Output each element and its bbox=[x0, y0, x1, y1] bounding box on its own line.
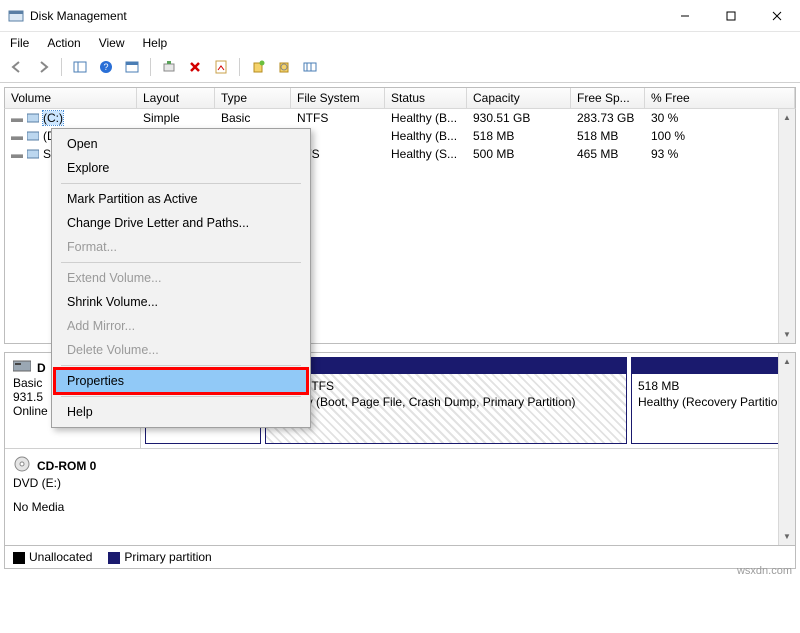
properties-icon[interactable] bbox=[210, 56, 232, 78]
partition-header bbox=[632, 358, 790, 374]
volume-row[interactable]: ▬ (C:) Simple Basic NTFS Healthy (B... 9… bbox=[5, 109, 795, 127]
menu-view[interactable]: View bbox=[99, 36, 125, 50]
new-volume-icon[interactable] bbox=[247, 56, 269, 78]
scroll-down-icon[interactable]: ▼ bbox=[779, 528, 795, 545]
ctx-shrink-volume[interactable]: Shrink Volume... bbox=[55, 290, 307, 314]
ctx-open[interactable]: Open bbox=[55, 132, 307, 156]
watermark: wsxdn.com bbox=[737, 565, 792, 577]
col-pct-free[interactable]: % Free bbox=[645, 88, 795, 108]
scroll-down-icon[interactable]: ▼ bbox=[779, 326, 795, 343]
ctx-explore[interactable]: Explore bbox=[55, 156, 307, 180]
show-hide-tree-button[interactable] bbox=[69, 56, 91, 78]
col-capacity[interactable]: Capacity bbox=[467, 88, 571, 108]
cdrom-icon bbox=[13, 455, 31, 476]
menu-file[interactable]: File bbox=[10, 36, 29, 50]
partition-header bbox=[266, 358, 626, 374]
ctx-extend-volume[interactable]: Extend Volume... bbox=[55, 266, 307, 290]
forward-button[interactable] bbox=[32, 56, 54, 78]
col-status[interactable]: Status bbox=[385, 88, 467, 108]
volume-name: (C:) bbox=[43, 111, 63, 125]
app-icon bbox=[8, 8, 24, 24]
menubar: File Action View Help bbox=[0, 32, 800, 54]
close-button[interactable] bbox=[754, 0, 800, 31]
titlebar: Disk Management bbox=[0, 0, 800, 32]
attach-vhd-icon[interactable] bbox=[273, 56, 295, 78]
disk-icon bbox=[13, 359, 31, 376]
ctx-format[interactable]: Format... bbox=[55, 235, 307, 259]
scrollbar-vertical[interactable]: ▲ ▼ bbox=[778, 353, 795, 545]
ctx-help[interactable]: Help bbox=[55, 400, 307, 424]
volume-list-header: Volume Layout Type File System Status Ca… bbox=[4, 87, 796, 108]
refresh-button[interactable] bbox=[158, 56, 180, 78]
partition[interactable]: 1 GB NTFS Healthy (Boot, Page File, Cras… bbox=[265, 357, 627, 444]
col-volume[interactable]: Volume bbox=[5, 88, 137, 108]
toolbar: ? bbox=[0, 54, 800, 83]
settings-icon[interactable] bbox=[299, 56, 321, 78]
col-free-space[interactable]: Free Sp... bbox=[571, 88, 645, 108]
menu-help[interactable]: Help bbox=[143, 36, 168, 50]
col-layout[interactable]: Layout bbox=[137, 88, 215, 108]
scroll-up-icon[interactable]: ▲ bbox=[779, 109, 795, 126]
ctx-mark-active[interactable]: Mark Partition as Active bbox=[55, 187, 307, 211]
ctx-add-mirror[interactable]: Add Mirror... bbox=[55, 314, 307, 338]
ctx-properties[interactable]: Properties bbox=[55, 369, 307, 393]
menu-action[interactable]: Action bbox=[47, 36, 80, 50]
svg-text:?: ? bbox=[103, 62, 108, 72]
disk-row: CD-ROM 0 DVD (E:) No Media ▲ ▼ bbox=[5, 449, 795, 545]
legend-unallocated: Unallocated bbox=[13, 550, 92, 564]
help-icon[interactable]: ? bbox=[95, 56, 117, 78]
scroll-up-icon[interactable]: ▲ bbox=[779, 353, 795, 370]
volume-icon bbox=[27, 112, 39, 124]
legend-primary-partition: Primary partition bbox=[108, 550, 211, 564]
col-file-system[interactable]: File System bbox=[291, 88, 385, 108]
legend: Unallocated Primary partition bbox=[4, 546, 796, 569]
back-button[interactable] bbox=[6, 56, 28, 78]
ctx-change-letter[interactable]: Change Drive Letter and Paths... bbox=[55, 211, 307, 235]
col-type[interactable]: Type bbox=[215, 88, 291, 108]
window-title: Disk Management bbox=[30, 9, 127, 23]
action-button[interactable] bbox=[121, 56, 143, 78]
volume-icon bbox=[27, 130, 39, 142]
scrollbar-vertical[interactable]: ▲ ▼ bbox=[778, 109, 795, 343]
volume-icon bbox=[27, 148, 39, 160]
maximize-button[interactable] bbox=[708, 0, 754, 31]
minimize-button[interactable] bbox=[662, 0, 708, 31]
disk-label[interactable]: CD-ROM 0 DVD (E:) No Media bbox=[5, 449, 141, 545]
delete-icon[interactable] bbox=[184, 56, 206, 78]
ctx-delete-volume[interactable]: Delete Volume... bbox=[55, 338, 307, 362]
partition[interactable]: 518 MB Healthy (Recovery Partitio bbox=[631, 357, 791, 444]
context-menu: Open Explore Mark Partition as Active Ch… bbox=[51, 128, 311, 428]
